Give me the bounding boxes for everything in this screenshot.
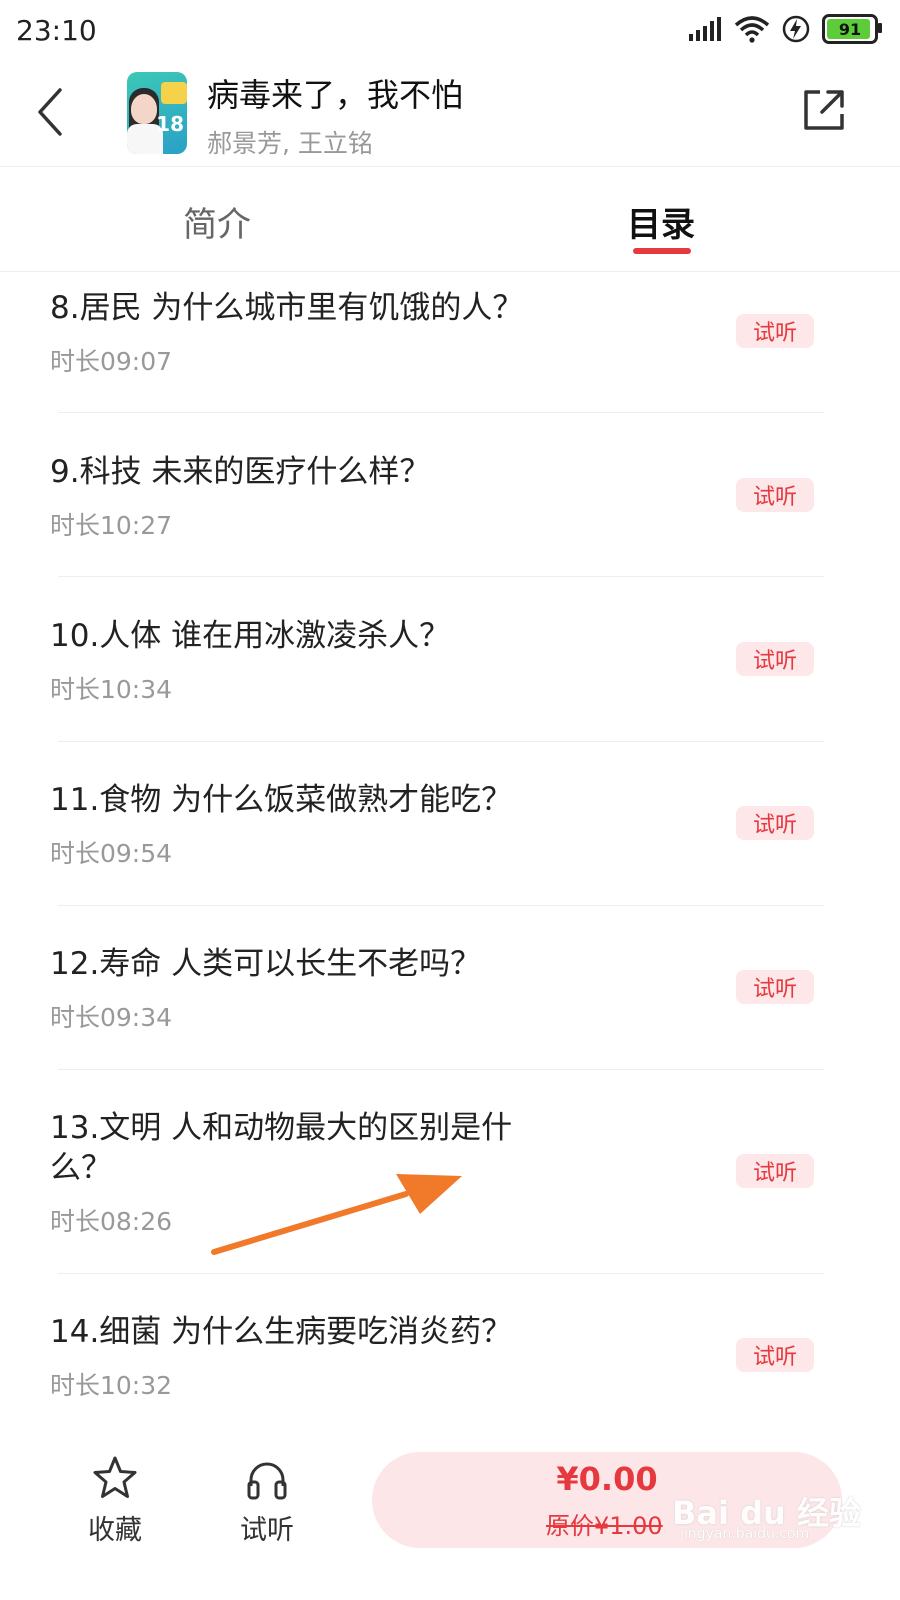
star-icon [93, 1456, 137, 1498]
headphones-icon [247, 1462, 287, 1500]
list-item[interactable]: 9.科技 未来的医疗什么样？ 时长10:27 试听 [0, 413, 900, 577]
episode-duration: 时长09:34 [50, 1003, 173, 1032]
trial-badge[interactable]: 试听 [736, 970, 814, 1004]
tab-intro[interactable]: 简介 [183, 197, 251, 246]
battery-level: 91 [838, 19, 862, 39]
favorite-button[interactable]: 收藏 [70, 1454, 160, 1547]
list-item[interactable]: 13.文明 人和动物最大的区别是什么？ 时长08:26 试听 [0, 1070, 900, 1274]
episode-title: 12.寿命 人类可以长生不老吗？ [50, 946, 482, 982]
charging-icon [782, 15, 810, 43]
album-cover[interactable]: 18 [127, 72, 187, 154]
trial-badge[interactable]: 试听 [736, 806, 814, 840]
trial-listen-label: 试听 [240, 1515, 294, 1546]
episode-title: 8.居民 为什么城市里有饥饿的人？ [50, 290, 524, 326]
list-item[interactable]: 8.居民 为什么城市里有饥饿的人？ 时长09:07 试听 [0, 272, 900, 412]
share-button[interactable] [800, 86, 848, 134]
album-authors: 郝景芳, 王立铭 [207, 129, 373, 158]
header: 18 病毒来了，我不怕 郝景芳, 王立铭 [0, 62, 900, 167]
episode-title: 11.食物 为什么饭菜做熟才能吃？ [50, 782, 513, 818]
chevron-left-icon [38, 88, 62, 136]
list-item[interactable]: 11.食物 为什么饭菜做熟才能吃？ 时长09:54 试听 [0, 742, 900, 906]
trial-badge[interactable]: 试听 [736, 478, 814, 512]
episode-title: 14.细菌 为什么生病要吃消炎药？ [50, 1314, 513, 1350]
original-price: 原价¥1.00 [546, 1512, 663, 1540]
trial-listen-button[interactable]: 试听 [222, 1454, 312, 1547]
list-item[interactable]: 10.人体 谁在用冰激凌杀人？ 时长10:34 试听 [0, 577, 900, 741]
episode-duration: 时长10:32 [50, 1371, 173, 1400]
trial-badge[interactable]: 试听 [736, 1338, 814, 1372]
back-button[interactable] [28, 82, 74, 142]
wifi-icon [734, 16, 770, 43]
status-icons: 91 [688, 14, 882, 44]
share-icon [804, 90, 844, 130]
tab-catalog[interactable]: 目录 [627, 197, 695, 246]
trial-badge[interactable]: 试听 [736, 1154, 814, 1188]
episode-duration: 时长08:26 [50, 1207, 173, 1236]
status-time: 23:10 [16, 14, 97, 47]
episode-title: 9.科技 未来的医疗什么样？ [50, 454, 431, 490]
status-bar: 23:10 91 [0, 0, 900, 62]
battery-icon: 91 [822, 14, 882, 44]
signal-icon [689, 17, 721, 41]
episode-title: 13.文明 人和动物最大的区别是什么？ [50, 1110, 513, 1186]
list-item[interactable]: 12.寿命 人类可以长生不老吗？ 时长09:34 试听 [0, 906, 900, 1070]
tab-bar: 简介 目录 [0, 167, 900, 272]
episode-duration: 时长09:54 [50, 839, 173, 868]
watermark-url: jingyan.baidu.com [680, 1526, 810, 1542]
trial-badge[interactable]: 试听 [736, 314, 814, 348]
list-item[interactable]: 14.细菌 为什么生病要吃消炎药？ 时长10:32 试听 [0, 1274, 900, 1430]
episode-duration: 时长10:34 [50, 675, 173, 704]
cover-number: 18 [156, 112, 184, 136]
episode-duration: 时长09:07 [50, 347, 173, 376]
bottom-bar: 收藏 试听 ¥0.00 原价¥1.00 Bai du 经验 jingyan.ba… [0, 1430, 900, 1600]
episode-list[interactable]: 8.居民 为什么城市里有饥饿的人？ 时长09:07 试听 9.科技 未来的医疗什… [0, 272, 900, 1430]
trial-badge[interactable]: 试听 [736, 642, 814, 676]
album-title: 病毒来了，我不怕 [207, 76, 464, 114]
episode-title: 10.人体 谁在用冰激凌杀人？ [50, 618, 451, 654]
tab-active-indicator [633, 248, 691, 254]
episode-duration: 时长10:27 [50, 511, 173, 540]
favorite-label: 收藏 [88, 1515, 142, 1546]
